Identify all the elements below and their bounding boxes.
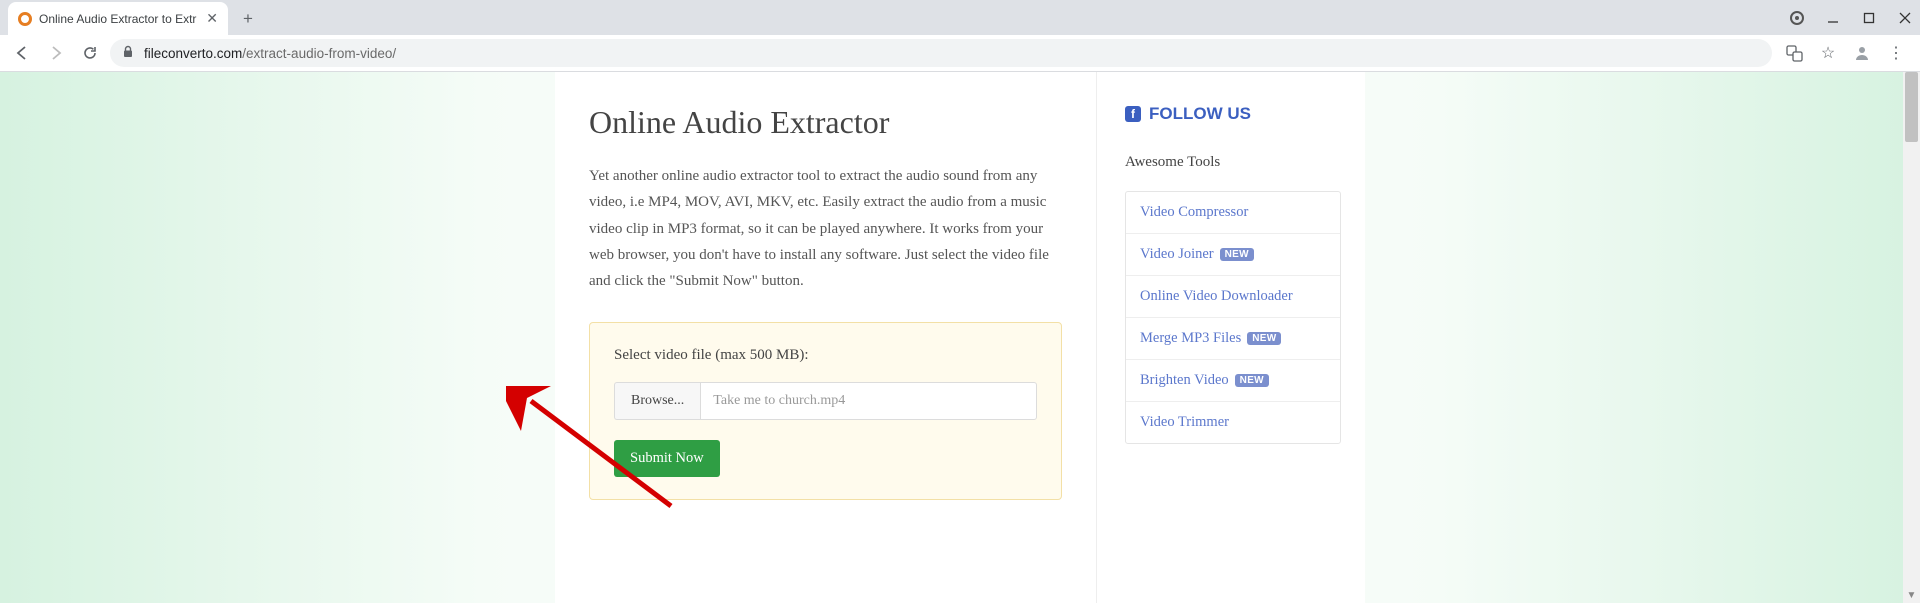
new-badge: NEW [1235,374,1269,387]
page-scrollbar[interactable]: ▲ ▼ [1903,72,1920,603]
browse-button[interactable]: Browse... [614,382,700,420]
window-controls [1788,0,1914,35]
scroll-down-icon[interactable]: ▼ [1906,590,1917,601]
tool-link[interactable]: Brighten Video [1140,372,1229,389]
profile-icon[interactable] [1852,43,1872,63]
content-wrap: Online Audio Extractor Yet another onlin… [555,72,1365,603]
page-description: Yet another online audio extractor tool … [589,163,1062,294]
new-tab-button[interactable]: + [234,5,262,33]
follow-label: FOLLOW US [1149,104,1251,124]
tool-link[interactable]: Video Compressor [1140,204,1248,221]
tools-list[interactable]: Video Compressor Video Joiner NEW Online Vi… [1125,191,1341,444]
tool-item[interactable]: Merge MP3 Files NEW [1126,318,1340,360]
scroll-thumb[interactable] [1905,72,1918,142]
main-column: Online Audio Extractor Yet another onlin… [555,72,1097,603]
star-icon[interactable]: ☆ [1818,43,1838,63]
menu-icon[interactable]: ⋮ [1886,43,1906,63]
url-text: fileconverto.com/extract-audio-from-vide… [144,46,396,61]
maximize-icon[interactable] [1860,9,1878,27]
tool-link[interactable]: Online Video Downloader [1140,288,1293,305]
tab-favicon-icon [18,12,32,26]
lock-icon [122,45,134,61]
tab-strip: Online Audio Extractor to Extr ✕ + [0,0,1920,35]
submit-button[interactable]: Submit Now [614,440,720,477]
translate-icon[interactable] [1784,43,1804,63]
minimize-icon[interactable] [1824,9,1842,27]
file-row: Browse... Take me to church.mp4 [614,382,1037,420]
page-title: Online Audio Extractor [589,104,1062,141]
new-badge: NEW [1247,332,1281,345]
tool-item[interactable]: Video Joiner NEW [1126,234,1340,276]
toolbar-icons: ☆ ⋮ [1778,43,1912,63]
upload-box: Select video file (max 500 MB): Browse..… [589,322,1062,500]
tool-item[interactable]: Video Compressor [1126,192,1340,234]
tool-item[interactable]: Brighten Video NEW [1126,360,1340,402]
sidebar: f FOLLOW US Awesome Tools Video Compress… [1097,72,1365,603]
reload-button[interactable] [76,39,104,67]
upload-label: Select video file (max 500 MB): [614,347,1037,364]
facebook-icon: f [1125,106,1141,122]
page-viewport: Online Audio Extractor Yet another onlin… [0,72,1920,603]
tools-heading: Awesome Tools [1125,154,1341,171]
tool-link[interactable]: Video Trimmer [1140,414,1229,431]
tool-link[interactable]: Video Joiner [1140,246,1214,263]
new-badge: NEW [1220,248,1254,261]
tool-link[interactable]: Merge MP3 Files [1140,330,1241,347]
close-icon[interactable]: ✕ [206,10,218,27]
tab-title: Online Audio Extractor to Extr [39,12,199,26]
tool-item[interactable]: Online Video Downloader [1126,276,1340,318]
back-button[interactable] [8,39,36,67]
browser-toolbar: fileconverto.com/extract-audio-from-vide… [0,35,1920,72]
tab-current[interactable]: Online Audio Extractor to Extr ✕ [8,2,228,35]
follow-us-link[interactable]: f FOLLOW US [1125,104,1341,124]
tool-item[interactable]: Video Trimmer [1126,402,1340,443]
window-close-icon[interactable] [1896,9,1914,27]
address-bar[interactable]: fileconverto.com/extract-audio-from-vide… [110,39,1772,67]
account-icon[interactable] [1788,9,1806,27]
forward-button[interactable] [42,39,70,67]
selected-file-display[interactable]: Take me to church.mp4 [700,382,1037,420]
